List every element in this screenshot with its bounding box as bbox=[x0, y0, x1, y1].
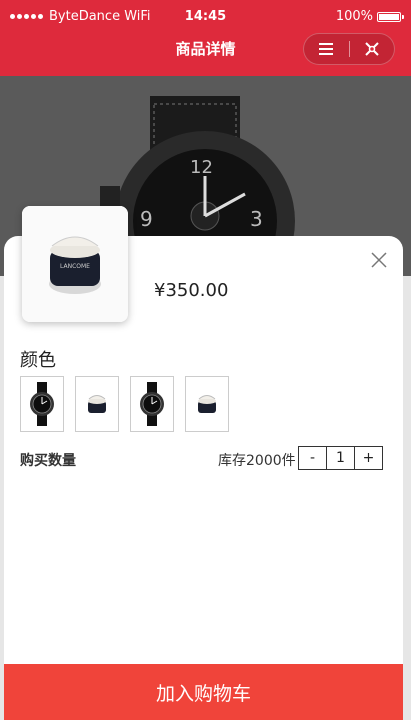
svg-text:12: 12 bbox=[190, 157, 213, 178]
close-target-icon bbox=[365, 42, 379, 56]
cream-jar-icon bbox=[88, 395, 106, 413]
close-sheet-button[interactable] bbox=[369, 250, 389, 270]
battery-icon bbox=[377, 11, 404, 22]
increment-button[interactable]: + bbox=[354, 446, 383, 470]
color-swatches bbox=[20, 376, 229, 432]
add-to-cart-button[interactable]: 加入购物车 bbox=[4, 664, 403, 720]
quantity-stepper: - 1 + bbox=[298, 446, 383, 470]
menu-icon bbox=[319, 43, 334, 55]
price-label: ¥350.00 bbox=[154, 280, 229, 301]
swatch-cream-jar-2[interactable] bbox=[185, 376, 229, 432]
status-bar: ByteDance WiFi 14:45 100% bbox=[0, 0, 411, 32]
close-icon bbox=[371, 252, 387, 268]
product-thumbnail: LANCOME bbox=[22, 206, 128, 322]
swatch-watch-black-1[interactable] bbox=[20, 376, 64, 432]
decrement-button[interactable]: - bbox=[298, 446, 327, 470]
color-option-label: 颜色 bbox=[20, 350, 56, 371]
svg-text:9: 9 bbox=[140, 207, 153, 231]
svg-text:3: 3 bbox=[250, 207, 263, 231]
top-bar: ByteDance WiFi 14:45 100% 商品详情 bbox=[0, 0, 411, 76]
watch-icon bbox=[30, 382, 54, 426]
swatch-cream-jar-1[interactable] bbox=[75, 376, 119, 432]
swatch-watch-black-2[interactable] bbox=[130, 376, 174, 432]
battery-percent: 100% bbox=[335, 9, 373, 24]
menu-button[interactable] bbox=[304, 34, 349, 64]
exit-button[interactable] bbox=[350, 34, 395, 64]
stock-label: 库存2000件 bbox=[218, 453, 296, 469]
sku-selector-sheet: LANCOME ¥350.00 颜色 购买数量 库存2000件 - 1 + bbox=[4, 206, 403, 720]
quantity-label: 购买数量 bbox=[20, 453, 76, 469]
status-right: 100% bbox=[335, 9, 404, 24]
cream-jar-icon bbox=[198, 395, 216, 413]
svg-text:LANCOME: LANCOME bbox=[60, 263, 90, 270]
mini-program-capsule bbox=[303, 33, 395, 65]
app-frame: 9 3 12 ByteDance WiFi 14:45 100% 商品详情 LA… bbox=[0, 0, 411, 720]
quantity-value[interactable]: 1 bbox=[326, 446, 355, 470]
watch-icon bbox=[140, 382, 164, 426]
